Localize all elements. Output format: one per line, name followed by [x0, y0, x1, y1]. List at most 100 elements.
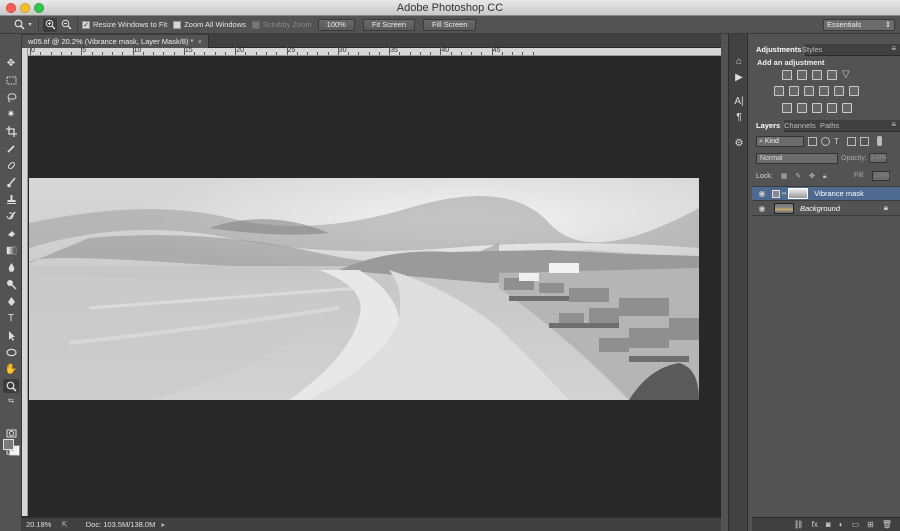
kind-filter-select[interactable]: ⌕ Kind: [756, 135, 804, 147]
link-layers-icon[interactable]: ⛓: [794, 520, 804, 529]
levels-icon[interactable]: [797, 70, 807, 80]
panel-menu-icon[interactable]: ≡: [891, 120, 896, 129]
history-brush-tool-icon[interactable]: [3, 209, 19, 223]
dodge-tool-icon[interactable]: [3, 277, 19, 291]
gradient-map-icon[interactable]: [842, 103, 852, 113]
tab-styles[interactable]: Styles: [798, 44, 826, 56]
healing-brush-tool-icon[interactable]: [3, 158, 19, 172]
zoom-out-icon[interactable]: [59, 18, 73, 32]
zoom-tool-preset-icon[interactable]: [12, 18, 26, 32]
lasso-tool-icon[interactable]: [3, 90, 19, 104]
new-layer-icon[interactable]: ⊞: [867, 520, 874, 529]
panel-menu-icon[interactable]: ≡: [891, 44, 896, 53]
hand-tool-icon[interactable]: ✋: [3, 362, 19, 376]
horizontal-ruler[interactable]: 0 5 10 15 20 25 30 35 40 45: [28, 47, 721, 56]
clone-stamp-tool-icon[interactable]: [3, 192, 19, 206]
filter-type-icon[interactable]: T: [834, 137, 843, 146]
canvas-area[interactable]: [29, 57, 721, 516]
visibility-eye-icon[interactable]: ◉: [756, 189, 768, 198]
zoom-100-button[interactable]: 100%: [317, 18, 355, 31]
lock-all-icon[interactable]: 🔒︎: [823, 173, 827, 180]
curves-icon[interactable]: [812, 70, 822, 80]
chevron-down-icon[interactable]: ▾: [26, 18, 34, 32]
add-mask-icon[interactable]: ◙: [826, 520, 831, 529]
layer-row[interactable]: ◉ Background 🔒︎: [752, 201, 900, 216]
visibility-eye-icon[interactable]: ◉: [756, 204, 768, 213]
color-balance-icon[interactable]: [789, 86, 799, 96]
workspace-switcher[interactable]: Essentials ⇕: [823, 19, 895, 31]
chevron-right-icon[interactable]: ▸: [161, 520, 165, 529]
black-white-icon[interactable]: [804, 86, 814, 96]
new-adjustment-icon[interactable]: ◐: [839, 520, 844, 529]
vibrance-icon[interactable]: ▽: [842, 70, 852, 80]
layer-name[interactable]: Background: [800, 204, 840, 213]
fill-field[interactable]: 100%: [872, 171, 891, 181]
zoom-tool-icon[interactable]: [3, 379, 19, 393]
photo-filter-icon[interactable]: [819, 86, 829, 96]
opacity-field[interactable]: 100%: [868, 153, 887, 163]
color-lookup-icon[interactable]: [849, 86, 859, 96]
blur-tool-icon[interactable]: [3, 260, 19, 274]
blend-mode-select[interactable]: Normal: [756, 153, 838, 164]
vertical-ruler[interactable]: [22, 48, 28, 516]
character-icon[interactable]: A|: [733, 96, 745, 108]
tab-paths[interactable]: Paths: [816, 120, 843, 132]
eyedropper-tool-icon[interactable]: [3, 141, 19, 155]
lock-position-icon[interactable]: ✥: [809, 173, 815, 180]
history-icon[interactable]: ⌂: [733, 56, 745, 68]
shape-tool-icon[interactable]: [3, 345, 19, 359]
layer-thumbnail[interactable]: [774, 202, 794, 214]
marquee-tool-icon[interactable]: [3, 73, 19, 87]
type-tool-icon[interactable]: T: [3, 311, 19, 325]
layer-name[interactable]: Vibrance mask: [814, 189, 863, 198]
zoom-in-icon[interactable]: [43, 17, 57, 32]
delete-layer-icon[interactable]: 🗑︎: [882, 520, 892, 529]
lock-image-icon[interactable]: ✎: [795, 173, 801, 180]
filter-smart-object-icon[interactable]: [860, 136, 869, 146]
filter-pixel-icon[interactable]: [808, 136, 817, 146]
quick-mask-icon[interactable]: [3, 426, 19, 440]
zoom-level[interactable]: 20.18%: [26, 520, 51, 529]
channel-mixer-icon[interactable]: [834, 86, 844, 96]
new-group-icon[interactable]: ▭: [852, 520, 860, 529]
swap-colors-icon[interactable]: ⇆: [3, 396, 19, 406]
scrubby-zoom-checkbox[interactable]: Scrubby Zoom: [251, 20, 312, 29]
tool-presets-icon[interactable]: ⚙: [733, 138, 745, 150]
posterize-icon[interactable]: [797, 103, 807, 113]
path-selection-tool-icon[interactable]: [3, 328, 19, 342]
quick-selection-tool-icon[interactable]: ✷: [3, 107, 19, 121]
document-tab[interactable]: w05.tif @ 20.2% (Vibrance mask, Layer Ma…: [22, 35, 209, 48]
layer-mask-thumbnail[interactable]: [788, 188, 809, 199]
zoom-all-windows-checkbox[interactable]: Zoom All Windows: [173, 20, 246, 29]
brush-tool-icon[interactable]: [3, 175, 19, 189]
filter-shape-icon[interactable]: [847, 136, 856, 146]
crop-tool-icon[interactable]: [3, 124, 19, 138]
ruler-tick: [276, 52, 278, 55]
lock-transparent-icon[interactable]: ▦: [781, 173, 788, 180]
threshold-icon[interactable]: [812, 103, 822, 113]
eraser-tool-icon[interactable]: [3, 226, 19, 240]
filter-toggle-icon[interactable]: [877, 136, 882, 146]
chain-link-icon[interactable]: ∞: [782, 191, 786, 197]
exposure-icon[interactable]: [827, 70, 837, 80]
tab-channels[interactable]: Channels: [780, 120, 820, 132]
selective-color-icon[interactable]: [827, 103, 837, 113]
paragraph-icon[interactable]: ¶: [733, 112, 745, 124]
move-tool-icon[interactable]: ✥: [3, 56, 19, 70]
invert-icon[interactable]: [782, 103, 792, 113]
layer-style-icon[interactable]: fx: [812, 520, 818, 529]
fit-screen-button[interactable]: Fit Screen: [362, 18, 416, 31]
hue-saturation-icon[interactable]: [774, 86, 784, 96]
foreground-color-swatch[interactable]: [3, 439, 14, 450]
filter-adjustment-icon[interactable]: [821, 136, 830, 146]
export-icon[interactable]: ⇱: [61, 520, 67, 529]
close-tab-icon[interactable]: ×: [197, 37, 201, 46]
fill-screen-button[interactable]: Fill Screen: [423, 18, 477, 31]
pen-tool-icon[interactable]: [3, 294, 19, 308]
actions-icon[interactable]: ▶: [733, 72, 745, 84]
brightness-contrast-icon[interactable]: [782, 70, 792, 80]
layer-row[interactable]: ◉ ∞ Vibrance mask: [752, 186, 900, 201]
lock-label: Lock:: [756, 173, 773, 180]
resize-windows-checkbox[interactable]: ✓ Resize Windows to Fit: [82, 20, 167, 29]
gradient-tool-icon[interactable]: [3, 243, 19, 257]
